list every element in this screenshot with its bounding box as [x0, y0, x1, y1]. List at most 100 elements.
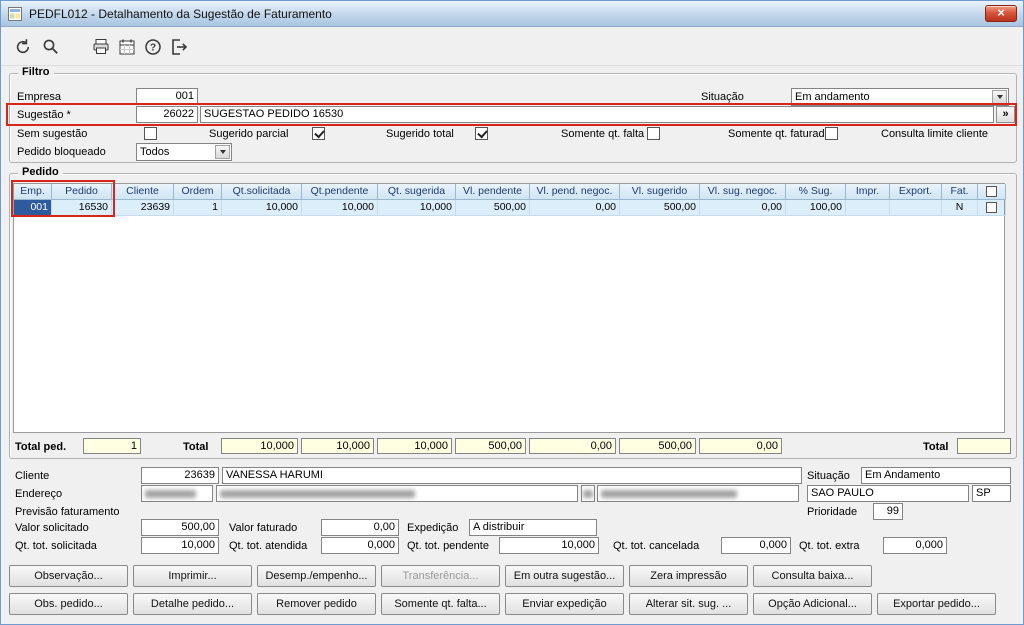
filter-checkbox-label-sugerido-parcial: Sugerido parcial — [209, 128, 289, 140]
expedicao-label: Expedição — [407, 522, 459, 534]
cell-qt-pendente[interactable]: 10,000 — [302, 200, 378, 216]
total-field-vl-sug-negoc: 0,00 — [699, 438, 782, 454]
print-icon[interactable] — [89, 35, 113, 59]
filter-checkbox-somente-qt-falta[interactable] — [647, 127, 660, 140]
filter-checkbox-sugerido-parcial[interactable] — [312, 127, 325, 140]
situacao-dropdown-value: Em andamento — [795, 90, 870, 103]
column-header-vl-sug-negoc[interactable]: Vl. sug. negoc. — [700, 184, 786, 200]
header-select-checkbox[interactable] — [986, 186, 997, 197]
cell-ordem[interactable]: 1 — [174, 200, 222, 216]
situacao-dropdown[interactable]: Em andamento — [791, 88, 1009, 106]
cell-pedido[interactable]: 16530 — [52, 200, 112, 216]
column-header-qt-sugerida[interactable]: Qt. sugerida — [378, 184, 456, 200]
row-select-checkbox[interactable] — [986, 202, 997, 213]
column-header-vl-pend-negoc[interactable]: Vl. pend. negoc. — [530, 184, 620, 200]
expedicao-field: A distribuir — [469, 519, 597, 536]
column-header-vl-sugerido[interactable]: Vl. sugerido — [620, 184, 700, 200]
column-header-cliente[interactable]: Cliente — [112, 184, 174, 200]
button-enviar-expedicao[interactable]: Enviar expedição — [505, 593, 624, 615]
button-imprimir[interactable]: Imprimir... — [133, 565, 252, 587]
total-field-vl-pend-negoc: 0,00 — [529, 438, 616, 454]
cell-fat[interactable]: N — [942, 200, 978, 216]
chevron-down-icon[interactable] — [215, 145, 230, 159]
column-header-vl-pendente[interactable]: Vl. pendente — [456, 184, 530, 200]
valor-solicitado-label: Valor solicitado — [15, 522, 89, 534]
button-desemp-empenho[interactable]: Desemp./empenho... — [257, 565, 376, 587]
filter-checkbox-sem-sugestao[interactable] — [144, 127, 157, 140]
button-observacao[interactable]: Observação... — [9, 565, 128, 587]
qt-tot-atendida-field: 0,000 — [321, 537, 399, 554]
cell-vl-pendente[interactable]: 500,00 — [456, 200, 530, 216]
button-consulta-baixa[interactable]: Consulta baixa... — [753, 565, 872, 587]
qt-tot-atendida-label: Qt. tot. atendida — [229, 540, 308, 552]
button-transferencia[interactable]: Transferência... — [381, 565, 500, 587]
total-field-vl-pendente: 500,00 — [455, 438, 526, 454]
endereco-uf-field: SP — [972, 485, 1011, 502]
qt-tot-solicitada-field: 10,000 — [141, 537, 219, 554]
qt-tot-cancelada-label: Qt. tot. cancelada — [613, 540, 700, 552]
column-header-fat[interactable]: Fat. — [942, 184, 978, 200]
chevron-down-icon[interactable] — [992, 90, 1007, 104]
sugestao-code-field[interactable]: 26022 — [136, 106, 198, 123]
help-icon[interactable]: ? — [141, 35, 165, 59]
cell-export[interactable] — [890, 200, 942, 216]
cell-qt-sugerida[interactable]: 10,000 — [378, 200, 456, 216]
column-header-qt-solicitada[interactable]: Qt.solicitada — [222, 184, 302, 200]
pedido-bloqueado-label: Pedido bloqueado — [17, 146, 106, 158]
button-remover-pedido[interactable]: Remover pedido — [257, 593, 376, 615]
pedido-table: Emp. Pedido Cliente Ordem Qt.solicitada Qt.pe… — [13, 183, 1006, 433]
button-opcao-adicional[interactable]: Opção Adicional... — [753, 593, 872, 615]
cell-vl-sugerido[interactable]: 500,00 — [620, 200, 700, 216]
column-header-select[interactable] — [978, 184, 1006, 200]
filter-checkbox-somente-qt-faturada[interactable] — [825, 127, 838, 140]
cell-impr[interactable] — [846, 200, 890, 216]
filter-checkbox-row: Sem sugestão Sugerido parcial Sugerido tot… — [1, 127, 1023, 143]
close-button[interactable]: × — [985, 5, 1017, 22]
row-select-cell[interactable] — [978, 200, 1006, 216]
total-ped-field: 1 — [83, 438, 141, 454]
total-field-qt-sugerida: 10,000 — [377, 438, 452, 454]
cell-emp[interactable]: 001 — [14, 200, 52, 216]
empresa-field[interactable]: 001 — [136, 88, 198, 105]
table-row[interactable]: 001 16530 23639 1 10,000 10,000 10,000 500,00 0,… — [14, 200, 1006, 216]
valor-faturado-field: 0,00 — [321, 519, 399, 536]
column-header-qt-pendente[interactable]: Qt.pendente — [302, 184, 378, 200]
search-icon[interactable] — [39, 35, 63, 59]
valor-solicitado-field: 500,00 — [141, 519, 219, 536]
column-header-emp[interactable]: Emp. — [14, 184, 52, 200]
cell-vl-sug-negoc[interactable]: 0,00 — [700, 200, 786, 216]
column-header-ordem[interactable]: Ordem — [174, 184, 222, 200]
total-ped-label: Total ped. — [15, 441, 67, 453]
cell-qt-solicitada[interactable]: 10,000 — [222, 200, 302, 216]
situacao-filter-label: Situação — [701, 91, 744, 103]
undo-icon[interactable] — [11, 35, 35, 59]
totals-fields: 10,000 10,000 10,000 500,00 0,00 500,00 0,00 — [221, 438, 782, 454]
cell-vl-pend-negoc[interactable]: 0,00 — [530, 200, 620, 216]
button-zera-impressao[interactable]: Zera impressão — [629, 565, 748, 587]
sugestao-description-field[interactable]: SUGESTAO PEDIDO 16530 — [200, 106, 994, 123]
svg-text:?: ? — [150, 43, 156, 54]
sugestao-zoom-button[interactable]: » — [996, 106, 1015, 123]
button-somente-qt-falta[interactable]: Somente qt. falta... — [381, 593, 500, 615]
exit-icon[interactable] — [167, 35, 191, 59]
button-detalhe-pedido[interactable]: Detalhe pedido... — [133, 593, 252, 615]
situacao-detail-label: Situação — [807, 470, 850, 482]
endereco-redacted-field-1 — [141, 485, 213, 502]
calendar-icon[interactable] — [115, 35, 139, 59]
cell-sug[interactable]: 100,00 — [786, 200, 846, 216]
column-header-export[interactable]: Export. — [890, 184, 942, 200]
qt-tot-extra-label: Qt. tot. extra — [799, 540, 860, 552]
button-alterar-sit-sug[interactable]: Alterar sit. sug. ... — [629, 593, 748, 615]
column-header-sug[interactable]: % Sug. — [786, 184, 846, 200]
filter-checkbox-label-somente-qt-faturada: Somente qt. faturada — [728, 128, 831, 140]
button-exportar-pedido[interactable]: Exportar pedido... — [877, 593, 996, 615]
cell-cliente[interactable]: 23639 — [112, 200, 174, 216]
filter-groupbox-title: Filtro — [18, 66, 54, 78]
filter-checkbox-sugerido-total[interactable] — [475, 127, 488, 140]
endereco-redacted-field-4 — [597, 485, 799, 502]
column-header-impr[interactable]: Impr. — [846, 184, 890, 200]
button-obs-pedido[interactable]: Obs. pedido... — [9, 593, 128, 615]
button-em-outra-sugestao[interactable]: Em outra sugestão... — [505, 565, 624, 587]
column-header-pedido[interactable]: Pedido — [52, 184, 112, 200]
pedido-bloqueado-dropdown[interactable]: Todos — [136, 143, 232, 161]
